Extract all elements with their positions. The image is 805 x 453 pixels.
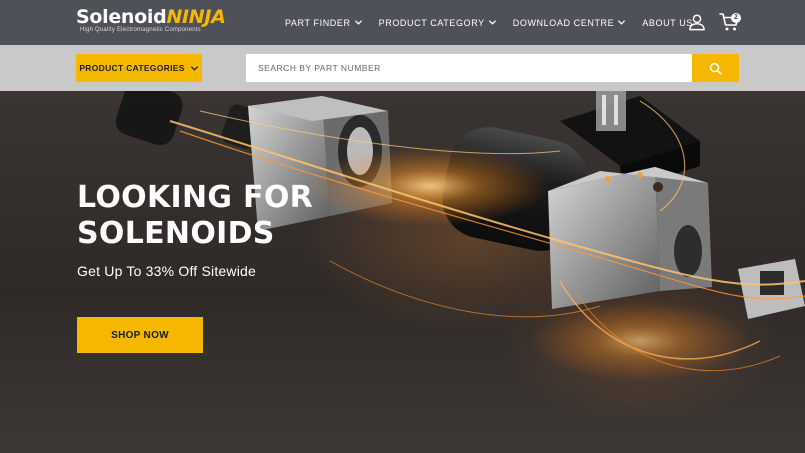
brand-logo[interactable]: SolenoidNINJA High Quality Electromagnet… — [76, 6, 226, 40]
brand-name-secondary: NINJA — [166, 6, 226, 28]
nav-item-label: ABOUT US — [642, 17, 693, 28]
user-icon[interactable] — [688, 13, 706, 31]
part-number-search-input[interactable] — [246, 54, 692, 82]
nav-item-download-centre[interactable]: DOWNLOAD CENTRE — [513, 18, 627, 28]
hero-subtitle: Get Up To 33% Off Sitewide — [77, 263, 256, 279]
nav-item-label: PRODUCT CATEGORY — [378, 17, 485, 28]
nav-item-product-category[interactable]: PRODUCT CATEGORY — [379, 18, 497, 28]
product-categories-button[interactable]: PRODUCT CATEGORIES — [76, 54, 202, 82]
chevron-down-icon — [618, 20, 626, 25]
shop-now-button[interactable]: SHOP NOW — [77, 317, 203, 353]
brand-name-primary: Solenoid — [76, 6, 167, 28]
nav-item-label: PART FINDER — [285, 17, 351, 28]
hero-title: LOOKING FOR SOLENOIDS — [77, 180, 314, 251]
search-row: PRODUCT CATEGORIES — [0, 45, 805, 91]
search-button[interactable] — [692, 54, 739, 82]
chevron-down-icon — [354, 20, 362, 25]
brand-wordmark: SolenoidNINJA — [76, 6, 226, 28]
main-menu: PART FINDER PRODUCT CATEGORY DOWNLOAD CE… — [285, 0, 709, 45]
nav-item-part-finder[interactable]: PART FINDER — [285, 18, 363, 28]
chevron-down-icon — [190, 65, 198, 71]
search-icon — [709, 62, 722, 75]
top-navigation-bar: SolenoidNINJA High Quality Electromagnet… — [0, 0, 805, 45]
hero-banner: LOOKING FOR SOLENOIDS Get Up To 33% Off … — [0, 91, 805, 453]
nav-item-label: DOWNLOAD CENTRE — [512, 17, 615, 28]
cart-count-badge: 2 — [731, 13, 741, 23]
nav-item-about-us[interactable]: ABOUT US — [642, 18, 693, 28]
chevron-down-icon — [488, 20, 496, 25]
product-categories-label: PRODUCT CATEGORIES — [79, 63, 185, 73]
